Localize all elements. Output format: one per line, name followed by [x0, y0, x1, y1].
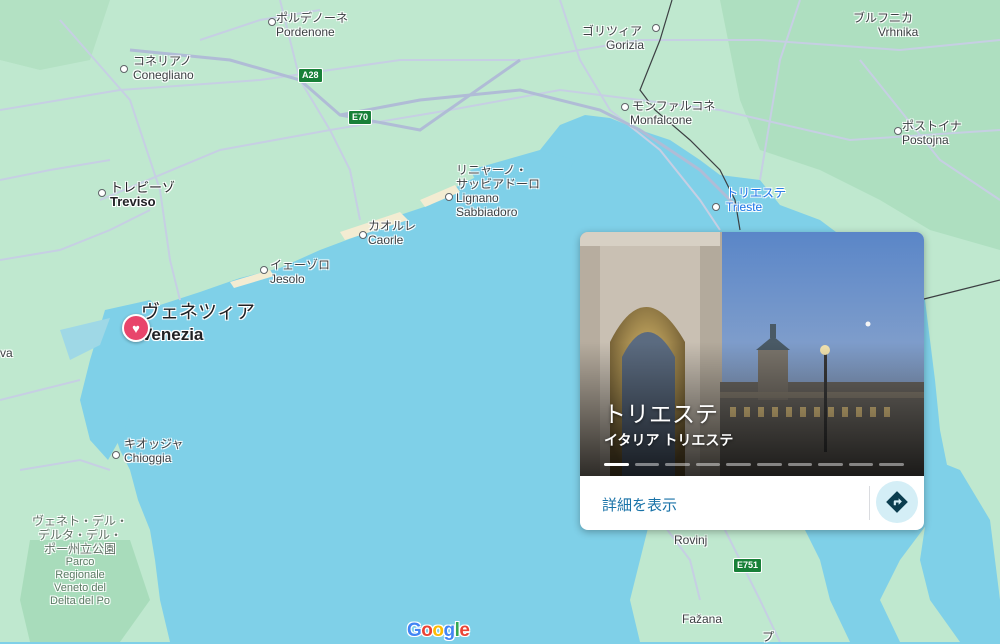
park-label-ja-2: デルタ・デル・: [38, 528, 123, 542]
place-label-en: va: [0, 346, 13, 360]
place-label-ja: ゴリツィア: [582, 24, 643, 38]
place-label-en: Trieste: [726, 200, 763, 214]
place-label-en: Conegliano: [133, 68, 194, 82]
place-label-ja-1: リニャーノ・: [456, 163, 528, 177]
place-dot: [359, 231, 367, 239]
place-label-ja-2: サッビアドーロ: [456, 177, 541, 191]
directions-button[interactable]: [876, 481, 918, 523]
google-logo-letter: G: [407, 620, 422, 641]
place-trieste[interactable]: トリエステ Trieste: [726, 186, 786, 214]
place-label-en: Gorizia: [606, 38, 645, 52]
place-fazana[interactable]: Fažana: [682, 612, 722, 626]
place-dot: [712, 203, 720, 211]
heart-icon: ♥: [132, 320, 140, 336]
place-dot: [894, 127, 902, 135]
place-label-ja: カオルレ: [368, 219, 417, 233]
place-label-ja: イェーゾロ: [270, 258, 331, 272]
park-label-en-1: Parco: [65, 556, 95, 568]
park-label-en-4: Delta del Po: [50, 595, 110, 607]
place-label-ja: ブルフニカ: [853, 11, 914, 25]
photo-dot[interactable]: [604, 463, 629, 466]
place-dot: [445, 193, 453, 201]
place-card[interactable]: トリエステ イタリア トリエステ 詳細を表示: [580, 232, 924, 530]
place-postojna[interactable]: ポストイナ Postojna: [902, 119, 962, 147]
park-label-en-2: Regionale: [55, 569, 105, 581]
place-label-en: Vrhnika: [878, 25, 919, 39]
place-monfalcone[interactable]: モンファルコネ Monfalcone: [630, 99, 715, 127]
place-dot: [268, 18, 276, 26]
road-shield-a28: A28: [298, 68, 323, 83]
place-dot: [120, 65, 128, 73]
place-label-en: Caorle: [368, 233, 404, 247]
place-label-en-2: Sabbiadoro: [456, 205, 518, 219]
place-rovinj[interactable]: Rovinj: [674, 533, 707, 547]
place-label-en: Jesolo: [270, 272, 305, 286]
place-label-en: Monfalcone: [630, 113, 693, 127]
place-treviso[interactable]: トレビーゾ Treviso: [110, 181, 175, 209]
place-caorle[interactable]: カオルレ Caorle: [368, 219, 416, 247]
park-label-ja-3: ポー州立公園: [44, 542, 117, 556]
park-label-ja-1: ヴェネト・デル・: [32, 514, 129, 528]
show-details-link[interactable]: 詳細を表示: [602, 494, 677, 515]
photo-pagination[interactable]: [604, 463, 904, 466]
place-label-en: Rovinj: [674, 533, 708, 547]
place-label-en: Treviso: [110, 194, 156, 209]
photo-dot[interactable]: [818, 463, 843, 466]
photo-dot[interactable]: [848, 463, 874, 466]
road-shield-e751: E751: [733, 558, 763, 573]
place-conegliano[interactable]: コネリアノ Conegliano: [133, 54, 194, 82]
saved-place-heart-pin[interactable]: ♥: [122, 314, 150, 342]
google-logo: Google: [407, 620, 470, 642]
photo-dot[interactable]: [634, 463, 660, 466]
place-label-ja: キオッジャ: [124, 437, 184, 451]
road-shield-e70: E70: [348, 110, 373, 125]
photo-dot[interactable]: [726, 463, 751, 466]
google-logo-letter: o: [432, 620, 444, 641]
place-label-en: Pordenone: [276, 25, 335, 39]
place-label-ja: ポルデノーネ: [276, 11, 349, 25]
place-vrhnika[interactable]: ブルフニカ Vrhnika: [853, 11, 918, 39]
place-lignano[interactable]: リニャーノ・ サッビアドーロ Lignano Sabbiadoro: [456, 163, 540, 219]
google-logo-text: Google: [407, 620, 470, 641]
place-label-ja: トレビーゾ: [110, 180, 176, 195]
place-label-ja: モンファルコネ: [632, 99, 716, 113]
place-card-subtitle: イタリア トリエステ: [604, 432, 734, 448]
place-label-ja: ポストイナ: [902, 119, 962, 133]
place-dot: [112, 451, 120, 459]
photo-dot[interactable]: [695, 463, 721, 466]
place-chioggia[interactable]: キオッジャ Chioggia: [124, 437, 183, 465]
google-logo-letter: e: [459, 620, 470, 641]
place-partial-left[interactable]: va: [0, 346, 13, 360]
place-label-en: Chioggia: [124, 451, 172, 465]
place-label-ja: ヴェネツィア: [141, 302, 256, 323]
google-logo-letter: g: [443, 620, 456, 641]
place-card-title: トリエステ: [603, 401, 718, 427]
place-label-ja: トリエステ: [726, 186, 787, 200]
park-label-en-3: Veneto del: [54, 582, 106, 594]
photo-dot[interactable]: [879, 463, 904, 466]
park-label[interactable]: ヴェネト・デル・ デルタ・デル・ ポー州立公園 Parco Regionale …: [32, 514, 128, 608]
place-dot: [260, 266, 268, 274]
place-dot: [621, 103, 629, 111]
photo-dot[interactable]: [756, 463, 782, 466]
place-label-ja: コネリアノ: [133, 54, 192, 68]
place-venezia[interactable]: ヴェネツィア Venezia: [141, 302, 255, 346]
place-label-en-1: Lignano: [456, 191, 499, 205]
place-label-en: Postojna: [902, 133, 949, 147]
place-gorizia[interactable]: ゴリツィア Gorizia: [582, 24, 644, 52]
photo-dot[interactable]: [665, 463, 690, 466]
card-divider: [869, 486, 870, 520]
place-label-en: Fažana: [682, 612, 723, 626]
photo-dot[interactable]: [787, 463, 813, 466]
place-pordenone[interactable]: ポルデノーネ Pordenone: [276, 11, 348, 39]
place-jesolo[interactable]: イェーゾロ Jesolo: [270, 258, 330, 286]
place-dot: [98, 189, 106, 197]
google-logo-letter: o: [421, 620, 433, 641]
place-dot: [652, 24, 660, 32]
directions-icon: [886, 491, 908, 513]
place-label-en: Venezia: [141, 325, 204, 344]
